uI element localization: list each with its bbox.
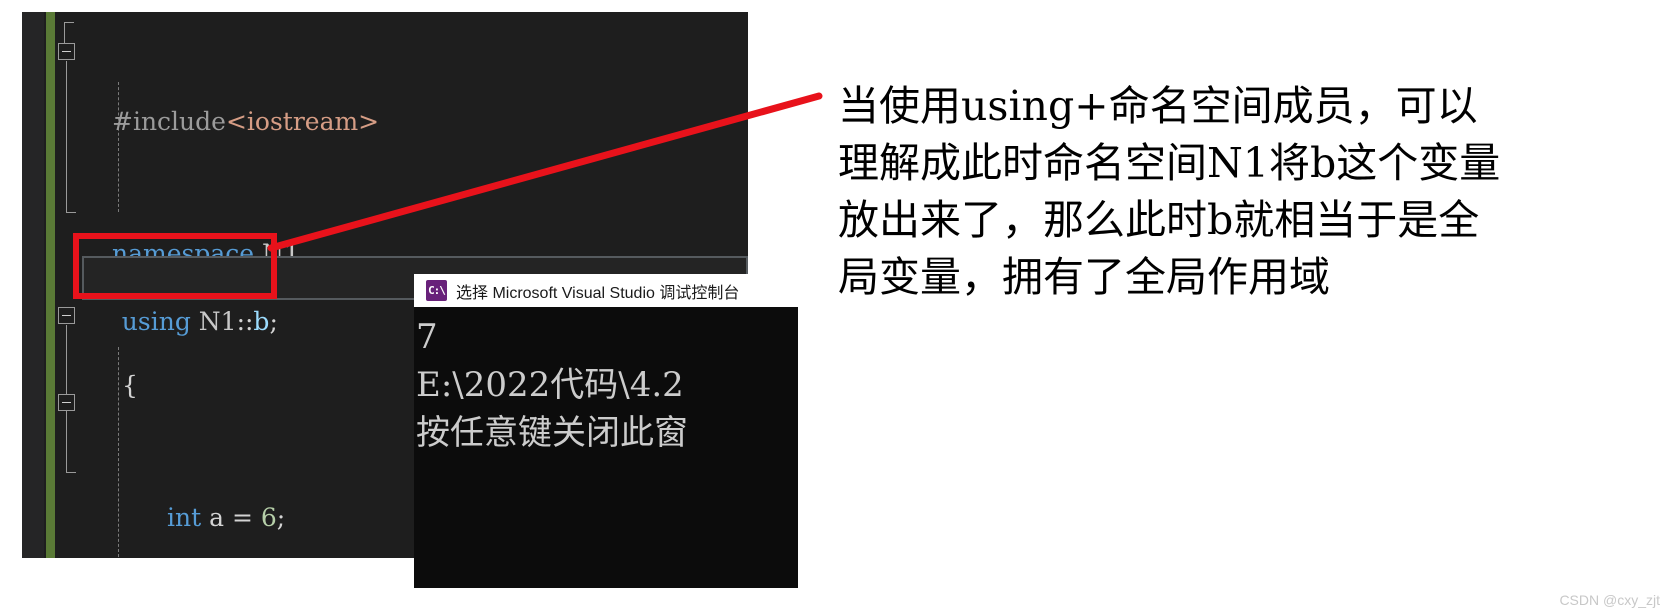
explanation-text-block: 当使用using+命名空间成员，可以 理解成此时命名空间N1将b这个变量 放出来… [838, 78, 1578, 306]
fold-toggle-printf-icon[interactable] [58, 394, 75, 411]
explanation-line: 放出来了，那么此时b就相当于是全 [838, 196, 1480, 244]
console-title-text: 选择 Microsoft Visual Studio 调试控制台 [456, 284, 740, 302]
debug-console-window[interactable]: C:\ 选择 Microsoft Visual Studio 调试控制台 7 E… [414, 274, 798, 588]
outline-bracket-include-top [64, 22, 74, 23]
console-title-bar[interactable]: C:\ 选择 Microsoft Visual Studio 调试控制台 [414, 274, 798, 307]
explanation-line: 局变量，拥有了全局作用域 [838, 253, 1330, 301]
csdn-watermark: CSDN @cxy_zjt [1559, 592, 1660, 608]
console-output-line: 按任意键关闭此窗 [416, 413, 688, 453]
outline-bracket-namespace [66, 61, 67, 213]
outline-bracket-include [64, 22, 65, 44]
explanation-line: 理解成此时命名空间N1将b这个变量 [838, 139, 1501, 187]
outline-bracket-namespace-bottom [66, 212, 76, 213]
outline-bracket-main-bottom [66, 472, 76, 473]
console-output-area: 7 E:\2022代码\4.2 按任意键关闭此窗 [414, 307, 798, 457]
code-line: #include<iostream> [112, 107, 380, 136]
console-output-line: E:\2022代码\4.2 [416, 365, 684, 405]
fold-toggle-namespace-icon[interactable] [58, 43, 75, 60]
red-highlight-box [73, 233, 277, 299]
console-output-line: 7 [416, 317, 438, 357]
fold-toggle-main-icon[interactable] [58, 307, 75, 324]
console-app-icon: C:\ [426, 280, 447, 301]
explanation-line: 当使用using+命名空间成员，可以 [838, 82, 1478, 130]
editor-change-bar [46, 12, 55, 558]
editor-indicator-margin [22, 12, 44, 558]
